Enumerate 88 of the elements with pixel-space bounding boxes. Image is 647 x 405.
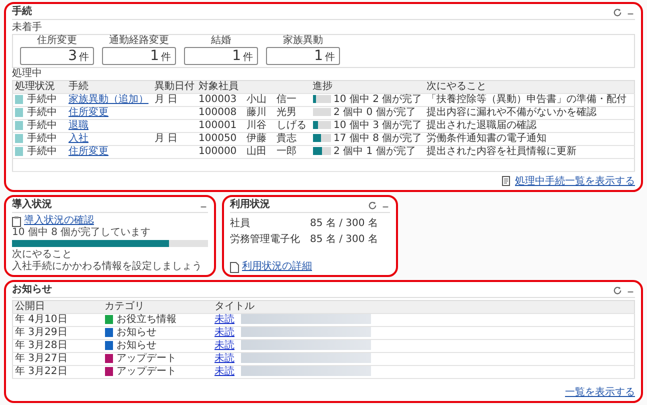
procedure-link[interactable]: 退職	[68, 120, 88, 131]
column-header: タイトル	[212, 300, 634, 314]
list-link[interactable]: 一覧を表示する	[565, 385, 635, 399]
category-text: お知らせ	[116, 327, 156, 338]
employee-text: 100000 山田 一郎	[198, 146, 297, 157]
count-button[interactable]: 1 件	[102, 47, 176, 65]
unread-link[interactable]: 未読	[214, 366, 234, 377]
category-text: アップデート	[116, 366, 176, 377]
column-header: 次にやること	[424, 80, 634, 94]
status-text: 手続中	[27, 146, 57, 157]
date-text: 年 4月10日	[15, 314, 68, 325]
usage-label: 労務管理電子化	[230, 233, 301, 247]
clipboard-icon	[12, 216, 21, 226]
column-header: 対象社員	[196, 80, 310, 94]
count-button[interactable]: 1 件	[184, 47, 258, 65]
status-marker	[15, 94, 23, 104]
usage-label: 社員	[230, 217, 251, 231]
employee-text: 100050 伊藤 貴志	[198, 133, 297, 144]
count-label: 住所変更	[37, 35, 77, 47]
list-link[interactable]: 処理中手続一覧を表示する	[515, 174, 635, 188]
procedure-link[interactable]: 住所変更	[68, 107, 108, 118]
usage-link[interactable]: 利用状況の詳細	[242, 261, 312, 273]
refresh-icon[interactable]	[613, 8, 622, 16]
progress-bar	[312, 95, 330, 104]
employee-text: 100008 藤川 光男	[198, 107, 297, 118]
next-task-text: 提出された内容を社員情報に更新	[426, 146, 576, 157]
panel-title: 導入状況	[12, 199, 53, 211]
procedure-link[interactable]: 家族異動（追加）	[68, 94, 148, 105]
status-marker	[15, 134, 23, 143]
next-task-text: 入社手続にかかわる情報を設定しましょう	[12, 261, 203, 273]
next-task-text: 労働条件通知書の電子通知	[426, 133, 546, 144]
employee-text: 100003 小山 信一	[198, 94, 297, 105]
refresh-icon[interactable]	[613, 286, 622, 294]
count-button[interactable]: 1 件	[266, 47, 340, 65]
next-task-text: 提出内容に漏れや不備がないかを確認	[426, 107, 596, 118]
date-text: 年 3月29日	[15, 327, 68, 338]
document-icon	[230, 262, 239, 272]
column-header: 処理状況	[12, 80, 66, 94]
count-label: 結婚	[211, 35, 231, 47]
count-button[interactable]: 3 件	[20, 47, 94, 65]
date-text: 年 3月28日	[15, 340, 68, 351]
panel-title: お知らせ	[12, 284, 53, 296]
list-icon	[502, 176, 512, 186]
unread-link[interactable]: 未読	[214, 327, 234, 338]
next-label: 次にやること	[12, 249, 73, 260]
status-marker	[15, 108, 23, 117]
procedure-link[interactable]: 入社	[68, 133, 88, 144]
category-text: お知らせ	[116, 340, 156, 351]
date-text: 年 3月27日	[15, 353, 68, 364]
date-text: 月 日	[154, 94, 178, 105]
panel-title: 手続	[12, 6, 33, 18]
status-text: 手続中	[27, 133, 57, 144]
progress-text: 10 個中 2 個が完了	[334, 94, 422, 105]
progress-text: 2 個中 0 個が完了	[334, 107, 416, 118]
status-text: 手続中	[27, 94, 57, 105]
section-label: 未着手	[12, 22, 43, 34]
status-marker	[15, 146, 23, 156]
unread-link[interactable]: 未読	[214, 340, 234, 351]
next-task-text: 「扶養控除等（異動）申告書」の準備・配付	[426, 94, 626, 105]
procedure-link[interactable]: 住所変更	[68, 146, 108, 157]
refresh-icon[interactable]	[368, 200, 377, 210]
date-text: 月 日	[154, 133, 178, 144]
count-label: 通勤経路変更	[109, 35, 169, 47]
category-text: アップデート	[116, 353, 176, 364]
section-label: 処理中	[12, 68, 43, 80]
employee-text: 100001 川谷 しげる	[198, 120, 307, 131]
next-task-text: 提出された退職届の確認	[426, 120, 536, 131]
panel-title: 利用状況	[230, 199, 271, 211]
column-header: 公開日	[12, 300, 102, 314]
status-marker	[15, 120, 23, 130]
category-text: お役立ち情報	[116, 314, 176, 325]
progress-text: 17 個中 8 個が完了	[334, 133, 422, 144]
column-header: カテゴリ	[102, 300, 212, 314]
column-header: 異動日付	[152, 80, 196, 94]
status-link[interactable]: 導入状況の確認	[24, 215, 94, 227]
unread-link[interactable]: 未読	[214, 314, 234, 325]
progress-text: 2 個中 1 個が完了	[334, 146, 416, 157]
progress-text: 10 個中 8 個が完了しています	[12, 227, 152, 239]
status-text: 手続中	[27, 120, 57, 131]
column-header: 進捗	[310, 80, 424, 94]
column-header: 手続	[66, 80, 152, 94]
date-text: 年 3月22日	[15, 366, 68, 377]
progress-text: 10 個中 3 個が完了	[334, 120, 422, 131]
usage-count: 85 名 / 300 名	[310, 233, 379, 247]
unread-link[interactable]: 未読	[214, 353, 234, 364]
count-label: 家族異動	[283, 35, 323, 47]
usage-count: 85 名 / 300 名	[310, 217, 379, 231]
status-text: 手続中	[27, 107, 57, 118]
